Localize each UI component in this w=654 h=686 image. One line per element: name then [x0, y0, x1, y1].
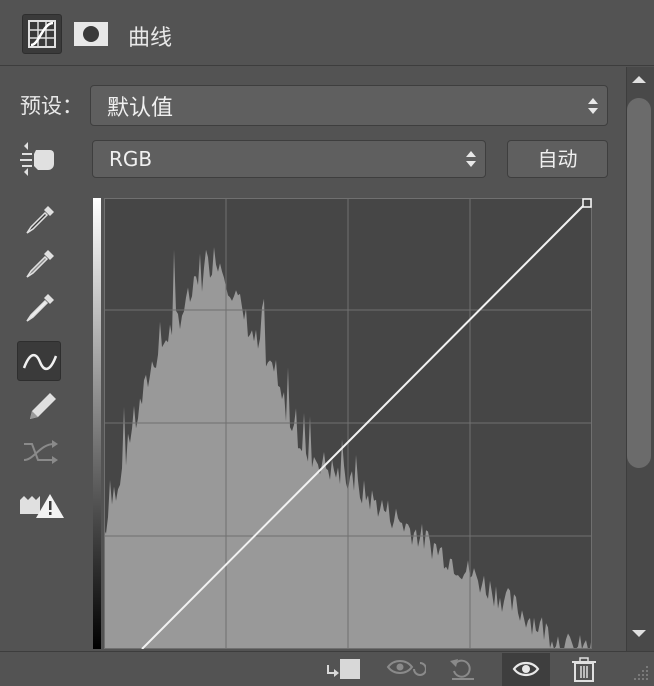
clipping-warning-tool[interactable] [18, 484, 64, 524]
gray-point-eyedropper-tool[interactable] [18, 244, 62, 284]
preset-dropdown[interactable]: 默认值 [90, 85, 608, 126]
gray-point-eyedropper-icon [26, 250, 54, 278]
resize-grip-icon[interactable] [630, 662, 652, 684]
edit-points-curve-icon [22, 354, 58, 370]
white-point-eyedropper-icon [26, 294, 54, 322]
white-point-eyedropper-tool[interactable] [18, 288, 62, 328]
draw-pencil-tool[interactable] [18, 387, 62, 427]
clipping-warning-icon [20, 494, 64, 518]
view-previous-state-button[interactable] [386, 655, 427, 683]
input-gradient-bar [93, 198, 101, 649]
smooth-curve-icon [23, 440, 58, 464]
delete-button[interactable] [566, 655, 602, 683]
auto-button[interactable]: 自动 [507, 140, 608, 178]
delete-trash-icon [572, 657, 596, 682]
preset-value: 默认值 [107, 95, 174, 121]
curves-adjustment-icon [28, 20, 56, 48]
layer-mask-icon [74, 22, 108, 46]
curves-graph[interactable] [104, 198, 592, 649]
black-point-eyedropper-tool[interactable] [18, 200, 62, 240]
clip-to-layer-button[interactable] [324, 655, 360, 683]
layer-mask-button[interactable] [72, 14, 112, 54]
scrollbar-thumb[interactable] [627, 98, 651, 468]
view-previous-state-icon [386, 660, 427, 676]
panel-header: 曲线 [0, 0, 654, 66]
on-image-adjust-tool[interactable] [18, 138, 62, 178]
panel-title: 曲线 [128, 26, 173, 51]
scroll-up-arrow-icon[interactable] [632, 76, 646, 83]
channel-dropdown[interactable]: RGB [92, 140, 486, 178]
clip-to-layer-icon [327, 659, 360, 679]
curve-endpoint-handle[interactable] [582, 198, 592, 208]
reset-icon [450, 659, 474, 680]
channel-value: RGB [109, 147, 153, 171]
toggle-visibility-button[interactable] [502, 653, 550, 686]
on-image-adjust-hand-icon [20, 142, 54, 176]
updown-arrows-icon [588, 97, 598, 114]
scroll-down-arrow-icon[interactable] [632, 630, 646, 637]
preset-label: 预设： [20, 94, 83, 118]
reset-button[interactable] [444, 655, 480, 683]
draw-pencil-icon [30, 393, 56, 419]
edit-points-tool[interactable] [17, 341, 61, 381]
smooth-curve-tool[interactable] [18, 432, 62, 472]
toggle-visibility-eye-icon [512, 661, 540, 677]
black-point-eyedropper-icon [26, 206, 54, 234]
updown-arrows-icon [466, 151, 476, 167]
curves-adjustment-button[interactable] [22, 14, 62, 54]
